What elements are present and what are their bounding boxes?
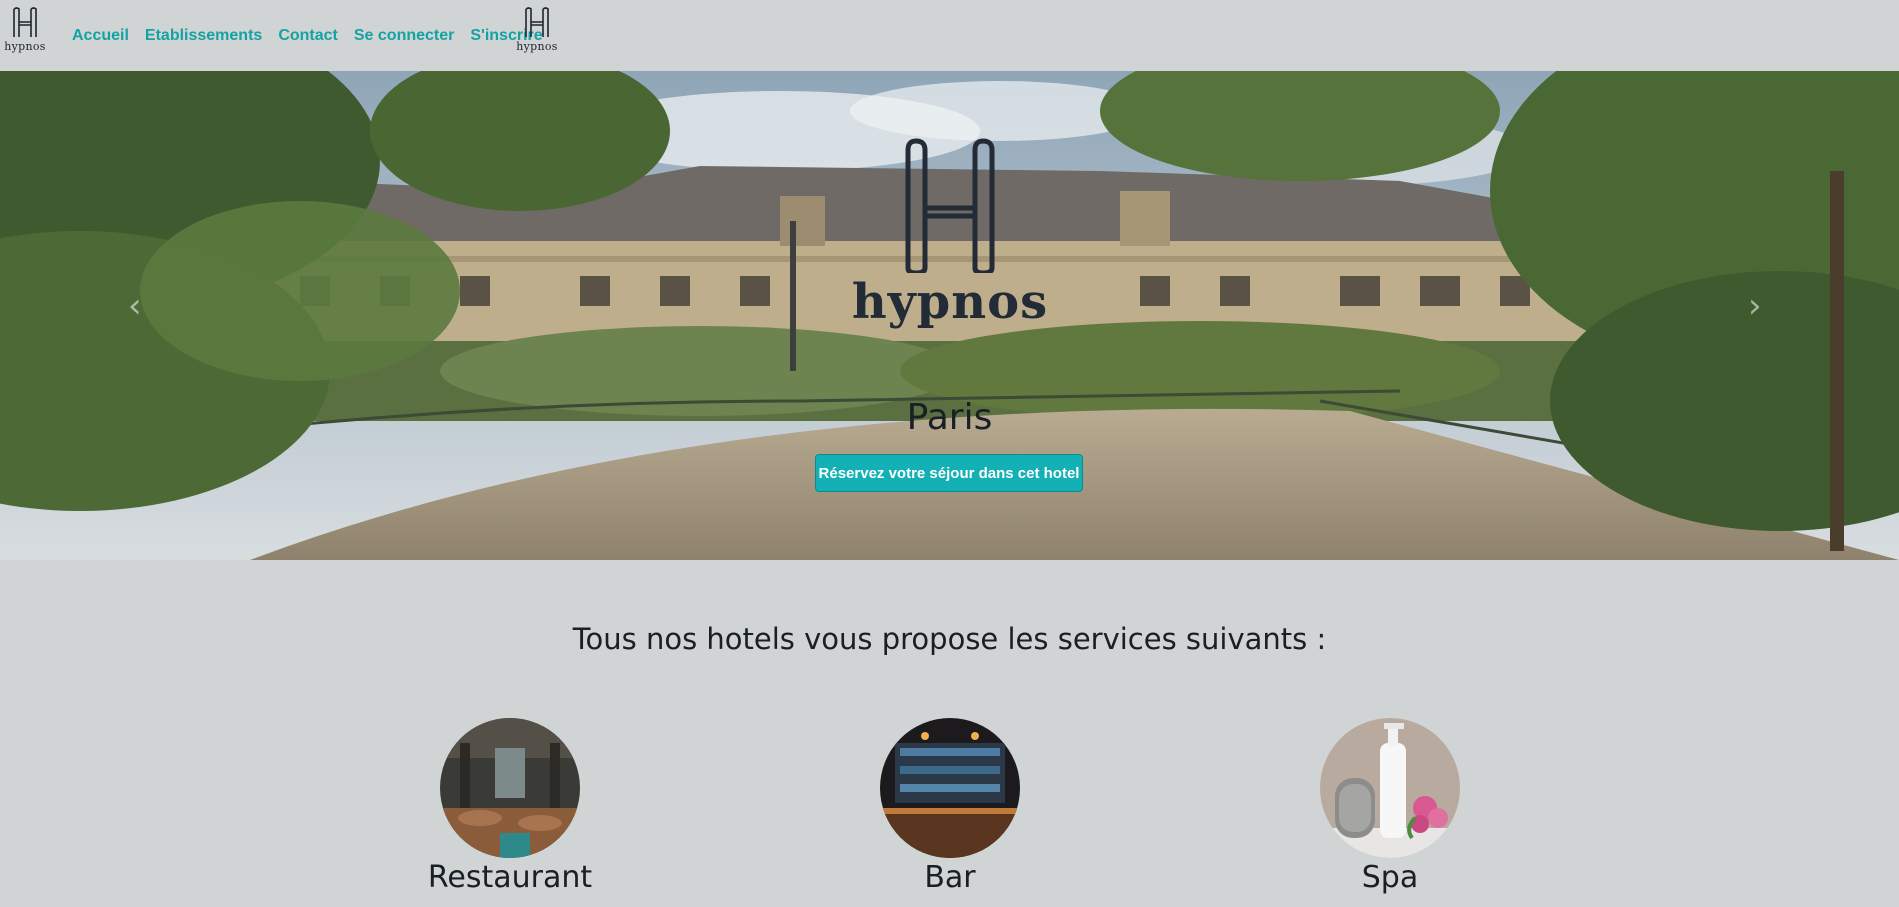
bar-photo — [880, 718, 1020, 858]
brand-logo-secondary[interactable]: hypnos — [512, 6, 562, 64]
h-logo-icon — [13, 7, 37, 37]
nav-link-se-connecter[interactable]: Se connecter — [354, 27, 454, 45]
service-label-bar: Bar — [924, 860, 976, 895]
restaurant-photo — [440, 718, 580, 858]
service-bar: Bar — [840, 718, 1060, 896]
service-label-spa: Spa — [1361, 860, 1419, 895]
h-logo-icon — [905, 138, 995, 273]
navbar: hypnos Accueil Etablissements Contact Se… — [0, 0, 1899, 71]
carousel-next-button[interactable]: › — [1748, 286, 1762, 326]
service-restaurant: Restaurant — [400, 718, 620, 896]
hero-logo: hypnos — [851, 138, 1049, 408]
brand-logo[interactable]: hypnos — [0, 6, 50, 64]
book-stay-button[interactable]: Réservez votre séjour dans cet hotel — [815, 454, 1083, 492]
brand-logo-text: hypnos — [4, 40, 46, 53]
h-logo-icon — [525, 7, 549, 37]
service-spa: Spa — [1280, 718, 1500, 896]
service-label-restaurant: Restaurant — [427, 860, 593, 895]
nav-link-accueil[interactable]: Accueil — [72, 27, 129, 45]
spa-photo — [1320, 718, 1460, 858]
carousel-prev-button[interactable]: ‹ — [128, 286, 142, 326]
nav-link-contact[interactable]: Contact — [278, 27, 338, 45]
brand-logo-text: hypnos — [516, 40, 558, 53]
main-nav: Accueil Etablissements Contact Se connec… — [72, 0, 559, 71]
hero-logo-text: hypnos — [851, 274, 1049, 330]
services-title: Tous nos hotels vous propose les service… — [572, 622, 1327, 656]
hero-city-title: Paris — [906, 397, 993, 438]
hero-carousel: ‹ › hypnos Paris Réservez votre séjour d… — [0, 71, 1899, 560]
nav-link-etablissements[interactable]: Etablissements — [145, 27, 262, 45]
